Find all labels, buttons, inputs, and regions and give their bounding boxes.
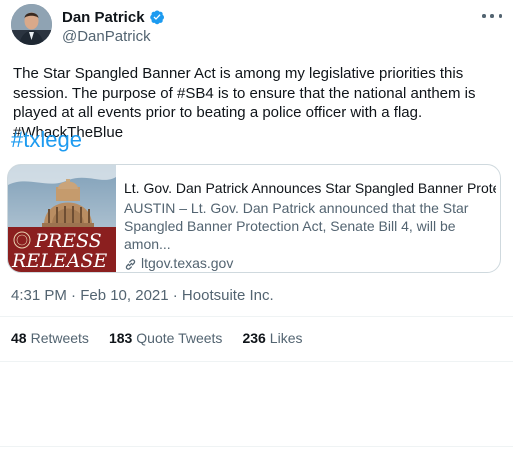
divider [0, 446, 513, 447]
retweets-label: Retweets [30, 330, 89, 346]
divider [0, 316, 513, 317]
likes-stat[interactable]: 236 Likes [242, 330, 302, 346]
link-icon [124, 257, 137, 270]
press-text-top: PRESS [34, 230, 102, 252]
card-title[interactable]: Lt. Gov. Dan Patrick Announces Star Span… [124, 179, 496, 197]
likes-count: 236 [242, 330, 266, 346]
press-text-bottom: RELEASE [11, 250, 107, 272]
tweet-timestamp[interactable]: 4:31 PM · Feb 10, 2021 · Hootsuite Inc. [11, 287, 274, 304]
press-release-image: PRESS RELEASE [8, 165, 116, 272]
display-name[interactable]: Dan Patrick [62, 9, 145, 26]
avatar[interactable] [11, 4, 52, 45]
author-name-row[interactable]: Dan Patrick [62, 8, 165, 26]
hashtag-link[interactable]: #txlege [11, 127, 82, 153]
quote-tweets-stat[interactable]: 183 Quote Tweets [109, 330, 223, 346]
verified-badge-icon [149, 9, 165, 25]
retweets-count: 48 [11, 330, 27, 346]
quote-tweets-label: Quote Tweets [136, 330, 223, 346]
card-body[interactable]: Lt. Gov. Dan Patrick Announces Star Span… [116, 165, 496, 272]
likes-label: Likes [269, 330, 303, 346]
divider [0, 361, 513, 362]
retweets-stat[interactable]: 48 Retweets [11, 330, 89, 346]
engagement-stats: 48 Retweets 183 Quote Tweets 236 Likes [11, 330, 322, 346]
card-description[interactable]: AUSTIN – Lt. Gov. Dan Patrick announced … [124, 199, 496, 253]
tweet: Dan Patrick @DanPatrick The Star Spangle… [0, 0, 513, 452]
card-domain-text[interactable]: ltgov.texas.gov [141, 254, 233, 272]
tweet-text: The Star Spangled Banner Act is among my… [13, 65, 480, 141]
quote-tweets-count: 183 [108, 330, 133, 346]
more-options-icon[interactable] [482, 9, 502, 23]
link-card[interactable]: PRESS RELEASE Lt. Gov. Dan Patrick Annou… [7, 164, 501, 273]
handle[interactable]: @DanPatrick [62, 28, 151, 45]
card-domain[interactable]: ltgov.texas.gov [124, 254, 496, 272]
